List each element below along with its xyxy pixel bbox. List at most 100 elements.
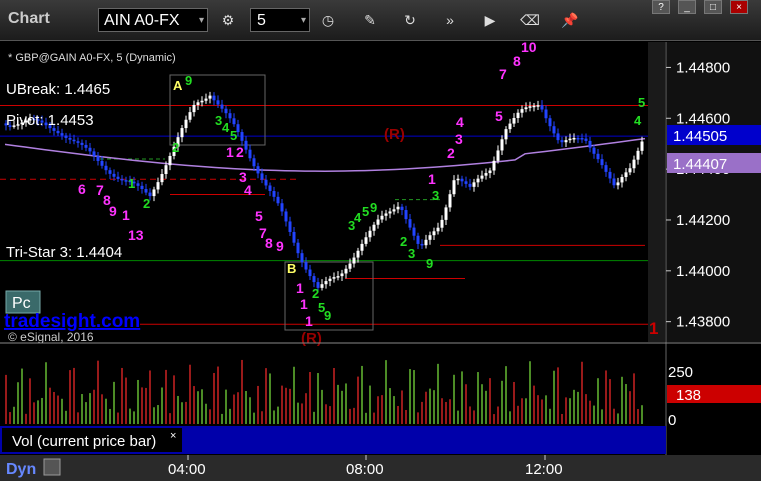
td-count-green: 9 bbox=[426, 256, 433, 271]
candle-body bbox=[140, 185, 144, 190]
candle-body bbox=[252, 158, 256, 167]
td-count-green: 2 bbox=[172, 140, 179, 155]
candle-body bbox=[160, 174, 164, 183]
candle-body bbox=[320, 284, 324, 288]
candle-body bbox=[272, 191, 276, 197]
volume-axis-top: 250 bbox=[668, 364, 693, 381]
volume-close-icon[interactable]: × bbox=[170, 430, 176, 442]
td-count-magenta: 9 bbox=[109, 203, 117, 219]
candle-body bbox=[476, 178, 480, 183]
td-count-green: 4 bbox=[354, 210, 362, 225]
candle-body bbox=[604, 165, 608, 172]
candle-body bbox=[344, 268, 348, 274]
candle-body bbox=[208, 95, 212, 99]
td-count-magenta: 1 bbox=[300, 296, 308, 312]
volume-last-value: 138 bbox=[676, 387, 701, 404]
r-mark-bottom: (R) bbox=[301, 330, 322, 347]
td-count-green: 9 bbox=[185, 73, 192, 88]
price-chart[interactable]: 6 789 1131 234578 91111234 57810923 451234 5 923… bbox=[0, 0, 761, 481]
point-b-label: B bbox=[287, 261, 296, 276]
candle-body bbox=[556, 133, 560, 141]
candle-body bbox=[464, 181, 468, 184]
candle-body bbox=[512, 117, 516, 124]
candle-body bbox=[332, 277, 336, 279]
candle-body bbox=[492, 160, 496, 171]
candle-body bbox=[64, 135, 68, 138]
td-count-magenta: 4 bbox=[244, 182, 252, 198]
candle-body bbox=[376, 219, 380, 225]
candle-body bbox=[360, 243, 364, 251]
time-label-0400: 04:00 bbox=[168, 461, 206, 478]
candle-body bbox=[508, 123, 512, 130]
candle-body bbox=[284, 211, 288, 222]
price-tick-label: 1.44600 bbox=[676, 110, 730, 127]
candle-body bbox=[92, 151, 96, 157]
td-count-green: 2 bbox=[143, 196, 150, 211]
td-count-green: 9 bbox=[370, 200, 377, 215]
td-count-green: 5 bbox=[638, 95, 645, 110]
candle-body bbox=[84, 144, 88, 148]
candle-body bbox=[324, 281, 328, 285]
candle-body bbox=[584, 138, 588, 141]
candle-body bbox=[256, 166, 260, 174]
candle-body bbox=[136, 183, 140, 186]
candle-body bbox=[352, 257, 356, 264]
candle-body bbox=[400, 206, 404, 211]
candle-body bbox=[588, 140, 592, 148]
candle-body bbox=[548, 118, 552, 127]
candle-body bbox=[600, 159, 604, 166]
candle-body bbox=[304, 262, 308, 270]
td-count-magenta: 2 bbox=[447, 145, 455, 161]
candle-body bbox=[368, 230, 372, 238]
candle-body bbox=[612, 178, 616, 186]
tristar-label: Tri-Star 3: 1.4404 bbox=[6, 244, 122, 261]
chart-header: * GBP@GAIN A0-FX, 5 (Dynamic) bbox=[8, 52, 176, 64]
candle-body bbox=[524, 107, 528, 110]
point-a-label: A bbox=[173, 78, 183, 93]
td-count-magenta: 6 bbox=[78, 181, 86, 197]
candle-body bbox=[608, 171, 612, 179]
time-label-1200: 12:00 bbox=[525, 461, 563, 478]
candle-body bbox=[388, 211, 392, 214]
candle-body bbox=[396, 206, 400, 210]
candle-body bbox=[516, 112, 520, 118]
td-count-green: 2 bbox=[400, 234, 407, 249]
candle-body bbox=[216, 100, 220, 105]
copyright: © eSignal, 2016 bbox=[8, 330, 94, 344]
td-count-green: 2 bbox=[312, 286, 319, 301]
candle-body bbox=[620, 177, 624, 183]
candle-body bbox=[196, 102, 200, 105]
candle-body bbox=[308, 269, 312, 277]
td-count-magenta: 4 bbox=[456, 114, 464, 130]
candle-body bbox=[292, 231, 296, 243]
candle-body bbox=[120, 178, 124, 181]
td-count-magenta: 1 bbox=[226, 144, 234, 160]
candle-body bbox=[244, 140, 248, 150]
candle-body bbox=[484, 173, 488, 176]
td-count-magenta: 1 bbox=[428, 171, 436, 187]
td-count-magenta: 1 bbox=[122, 207, 130, 223]
candle-body bbox=[328, 278, 332, 282]
candle-body bbox=[404, 210, 408, 220]
candle-body bbox=[364, 237, 368, 244]
candle-body bbox=[440, 219, 444, 228]
candle-body bbox=[204, 98, 208, 101]
candle-body bbox=[632, 159, 636, 169]
dyn-icon[interactable] bbox=[43, 458, 61, 476]
candle-body bbox=[100, 160, 104, 166]
td-count-green: 5 bbox=[362, 204, 369, 219]
candle-body bbox=[164, 165, 168, 175]
time-label-0800: 08:00 bbox=[346, 461, 384, 478]
price-axis-bg bbox=[666, 42, 761, 342]
td-count-magenta: 13 bbox=[128, 227, 144, 243]
td-count-magenta: 5 bbox=[255, 208, 263, 224]
candle-body bbox=[636, 150, 640, 160]
candle-body bbox=[312, 276, 316, 283]
candle-body bbox=[108, 170, 112, 174]
price-tick-label: 1.44200 bbox=[676, 212, 730, 229]
td-count-magenta: 5 bbox=[495, 108, 503, 124]
candle-body bbox=[408, 219, 412, 228]
candle-body bbox=[428, 235, 432, 240]
candle-body bbox=[520, 109, 524, 113]
candle-body bbox=[528, 106, 532, 108]
